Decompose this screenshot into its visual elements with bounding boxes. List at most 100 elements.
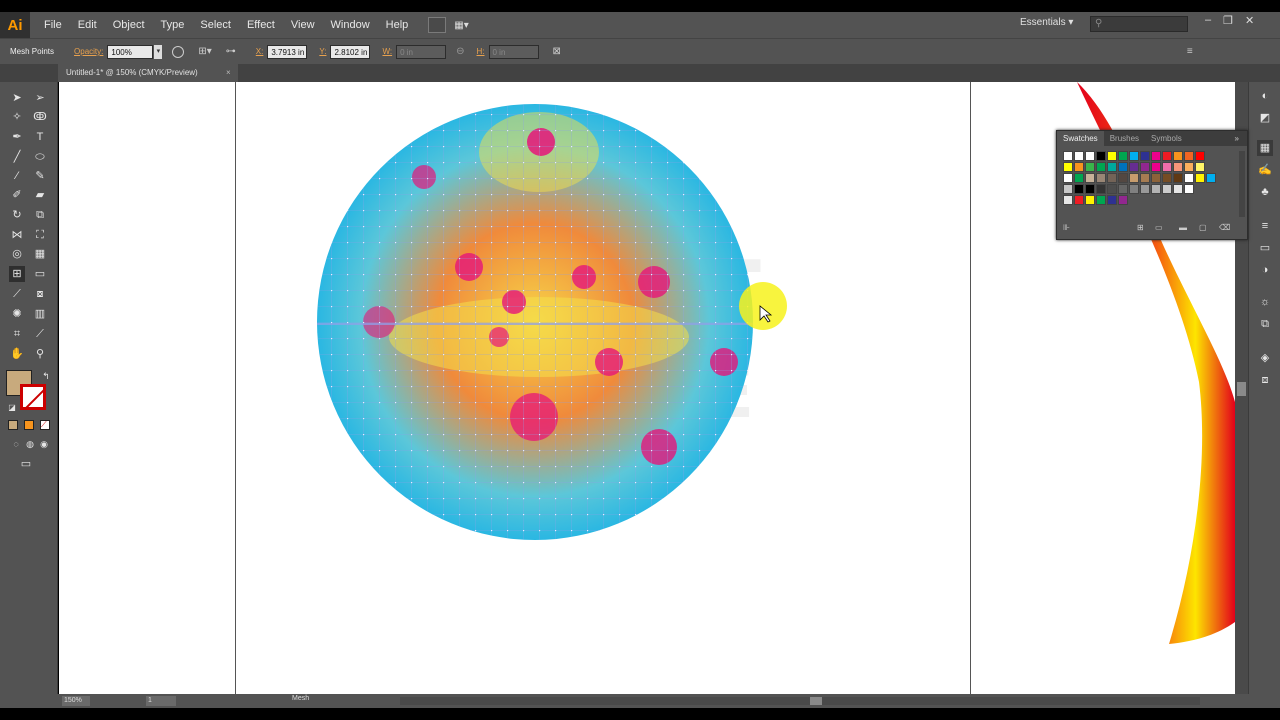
opacity-field[interactable]: 100%	[107, 44, 154, 59]
menu-view[interactable]: View	[283, 19, 323, 31]
color-swatch[interactable]	[1206, 173, 1216, 183]
swatch-libraries-icon[interactable]: ⊪	[1063, 223, 1070, 232]
new-color-group-icon[interactable]: ▬	[1179, 223, 1187, 232]
default-colors-icon[interactable]: ◪	[4, 400, 20, 416]
color-swatch[interactable]	[1173, 151, 1183, 161]
shape-builder-tool-icon[interactable]: ◎	[9, 246, 25, 262]
color-swatch[interactable]	[1096, 162, 1106, 172]
reference-point-icon[interactable]: ⊶	[226, 46, 236, 57]
color-swatch[interactable]	[1195, 173, 1205, 183]
close-tab-icon[interactable]: ×	[226, 64, 231, 82]
color-swatch[interactable]	[1074, 195, 1084, 205]
color-swatch[interactable]	[1085, 151, 1095, 161]
color-swatch[interactable]	[1074, 162, 1084, 172]
x-field[interactable]: 3.7913 in	[267, 44, 308, 59]
color-swatch[interactable]	[1195, 162, 1205, 172]
hand-tool-icon[interactable]: ✋	[9, 346, 25, 362]
show-kinds-icon[interactable]: ⊞	[1137, 223, 1144, 232]
color-swatch[interactable]	[1107, 184, 1117, 194]
color-swatch[interactable]	[1063, 162, 1073, 172]
color-swatch[interactable]	[1118, 151, 1128, 161]
close-window-icon[interactable]: ✕	[1245, 14, 1254, 27]
color-swatch[interactable]	[1118, 195, 1128, 205]
align-icon[interactable]: ⊞▾	[198, 46, 211, 57]
color-swatch[interactable]	[1173, 173, 1183, 183]
gradient-tool-icon[interactable]: ▭	[32, 266, 48, 282]
color-swatch[interactable]	[1140, 184, 1150, 194]
color-swatch[interactable]	[1118, 184, 1128, 194]
type-tool-icon[interactable]: T	[32, 129, 48, 145]
tab-symbols[interactable]: Symbols	[1145, 134, 1188, 143]
color-swatch[interactable]	[1140, 151, 1150, 161]
color-swatch[interactable]	[1096, 184, 1106, 194]
hscroll-thumb[interactable]	[810, 697, 822, 705]
color-swatch[interactable]	[1140, 173, 1150, 183]
color-swatch[interactable]	[1074, 173, 1084, 183]
brushes-panel-icon[interactable]: ✍	[1257, 162, 1273, 178]
color-swatch[interactable]	[1195, 151, 1205, 161]
h-field[interactable]: 0 in	[488, 44, 539, 59]
color-swatch[interactable]	[1107, 151, 1117, 161]
lasso-tool-icon[interactable]: ↂ	[32, 109, 48, 125]
color-swatch[interactable]	[1129, 162, 1139, 172]
slice-tool-icon[interactable]: ⟋	[32, 326, 48, 342]
color-swatch[interactable]	[1074, 151, 1084, 161]
color-swatch[interactable]	[1151, 173, 1161, 183]
color-swatch[interactable]	[1129, 173, 1139, 183]
color-swatch[interactable]	[1184, 173, 1194, 183]
color-swatch[interactable]	[1063, 195, 1073, 205]
swatch-scrollbar[interactable]	[1239, 151, 1245, 217]
width-tool-icon[interactable]: ⋈	[9, 227, 25, 243]
pencil-tool-icon[interactable]: ✎	[32, 168, 48, 184]
panel-menu-icon[interactable]: »	[1235, 134, 1239, 143]
color-swatch[interactable]	[1151, 162, 1161, 172]
color-swatch[interactable]	[1063, 151, 1073, 161]
symbol-sprayer-tool-icon[interactable]: ✺	[9, 306, 25, 322]
color-swatch[interactable]	[1173, 162, 1183, 172]
w-field[interactable]: 0 in	[396, 44, 447, 59]
menu-file[interactable]: File	[36, 19, 70, 31]
delete-swatch-icon[interactable]: ⌫	[1219, 223, 1230, 232]
color-mode-icon[interactable]	[8, 420, 18, 430]
eyedropper-tool-icon[interactable]: ⟋	[9, 286, 25, 302]
menu-select[interactable]: Select	[192, 19, 239, 31]
color-swatch[interactable]	[1096, 173, 1106, 183]
artboard-tool-icon[interactable]: ⌗	[9, 326, 25, 342]
magic-wand-tool-icon[interactable]: ✧	[9, 109, 25, 125]
color-swatch[interactable]	[1096, 195, 1106, 205]
color-swatch[interactable]	[1162, 151, 1172, 161]
color-swatch[interactable]	[1162, 173, 1172, 183]
swatch-options-icon[interactable]: ▭	[1155, 223, 1163, 232]
color-swatch[interactable]	[1184, 162, 1194, 172]
menu-effect[interactable]: Effect	[239, 19, 283, 31]
free-transform-tool-icon[interactable]: ⛶	[32, 227, 48, 243]
constrain-link-icon[interactable]: ⊖	[456, 46, 464, 57]
mesh-tool-icon[interactable]: ⊞	[9, 266, 25, 282]
recolor-icon[interactable]	[172, 45, 185, 58]
menu-object[interactable]: Object	[105, 19, 153, 31]
swatches-panel-icon[interactable]: ▦	[1257, 140, 1273, 156]
gradient-panel-icon[interactable]: ▭	[1257, 240, 1273, 256]
color-swatch[interactable]	[1184, 151, 1194, 161]
color-swatch[interactable]	[1107, 162, 1117, 172]
direct-selection-tool-icon[interactable]: ➢	[32, 90, 48, 106]
scroll-thumb[interactable]	[1237, 382, 1246, 396]
tab-brushes[interactable]: Brushes	[1104, 134, 1145, 143]
color-swatch[interactable]	[1129, 151, 1139, 161]
paintbrush-tool-icon[interactable]: ⁄	[9, 168, 25, 184]
bridge-button[interactable]	[428, 17, 447, 33]
color-swatch[interactable]	[1107, 173, 1117, 183]
y-field[interactable]: 2.8102 in	[330, 44, 371, 59]
color-swatch[interactable]	[1063, 173, 1073, 183]
color-swatch[interactable]	[1118, 173, 1128, 183]
column-graph-tool-icon[interactable]: ▥	[32, 306, 48, 322]
minimize-icon[interactable]: –	[1205, 14, 1211, 26]
artboard-number-field[interactable]: 1	[146, 696, 176, 706]
color-guide-icon[interactable]: ◩	[1257, 110, 1273, 126]
none-mode-icon[interactable]: ⟋	[40, 420, 50, 430]
color-swatch[interactable]	[1085, 184, 1095, 194]
arrange-documents-button[interactable]: ▦▾	[454, 17, 482, 33]
selection-tool-icon[interactable]: ➤	[9, 90, 25, 106]
line-tool-icon[interactable]: ╱	[9, 149, 25, 165]
swap-colors-icon[interactable]: ↰	[38, 368, 54, 384]
